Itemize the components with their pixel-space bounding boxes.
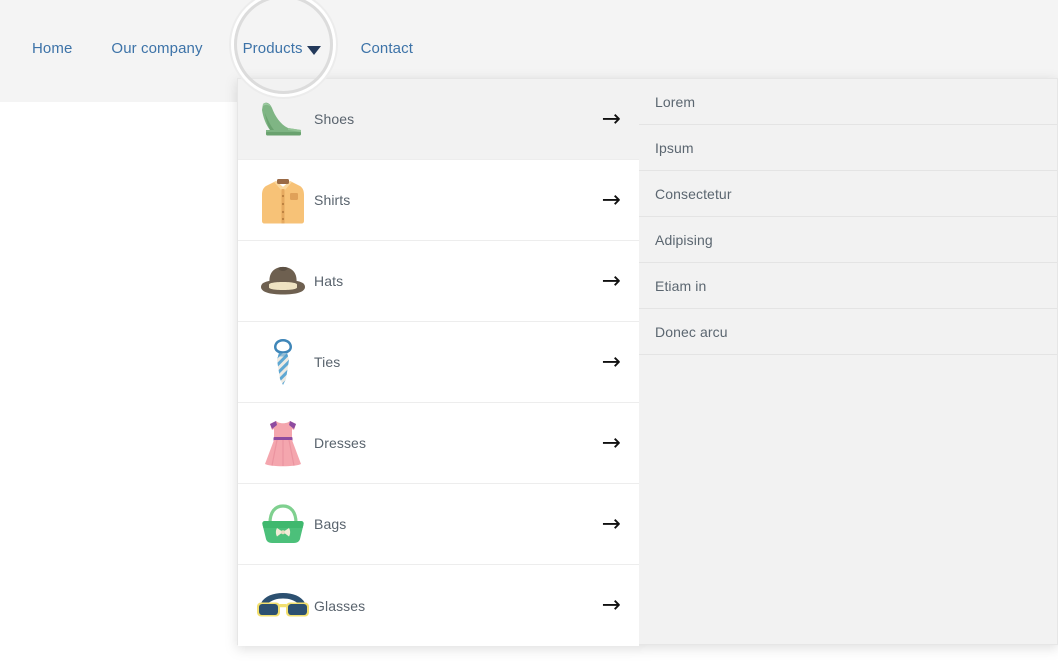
menu-item-glasses[interactable]: Glasses → [238, 565, 639, 646]
arrow-right-icon: → [601, 510, 621, 537]
necktie-icon [254, 333, 312, 391]
nav-item-contact[interactable]: Contact [361, 38, 413, 60]
submenu-item[interactable]: Consectetur [639, 171, 1057, 217]
nav-item-products-label: Products [242, 40, 303, 57]
shirt-icon [254, 171, 312, 229]
sunglasses-icon [254, 577, 312, 635]
menu-item-label: Dresses [314, 435, 367, 451]
menu-item-ties[interactable]: Ties → [238, 322, 639, 403]
menu-item-label: Shirts [314, 192, 351, 208]
menu-item-shirts[interactable]: Shirts → [238, 160, 639, 241]
menu-item-bags[interactable]: Bags → [238, 484, 639, 565]
menu-item-dresses[interactable]: Dresses → [238, 403, 639, 484]
arrow-right-icon: → [601, 592, 621, 618]
submenu-item[interactable]: Adipising [639, 217, 1057, 263]
nav-item-products[interactable]: Products [243, 38, 321, 60]
menu-item-hats[interactable]: Hats → [238, 241, 639, 322]
handbag-icon [254, 495, 312, 553]
submenu-item[interactable]: Ipsum [639, 125, 1057, 171]
arrow-right-icon: → [601, 186, 621, 213]
arrow-right-icon: → [601, 267, 621, 294]
nav-item-home[interactable]: Home [32, 38, 72, 60]
submenu-list: Lorem Ipsum Consectetur Adipising Etiam … [639, 78, 1058, 645]
submenu-item[interactable]: Donec arcu [639, 309, 1057, 355]
arrow-right-icon: → [601, 348, 621, 375]
submenu-item[interactable]: Lorem [639, 79, 1057, 125]
chevron-down-icon [306, 45, 321, 55]
arrow-right-icon: → [601, 429, 621, 456]
menu-item-label: Hats [314, 273, 344, 289]
fedora-hat-icon [254, 252, 312, 310]
dress-icon [254, 414, 312, 472]
menu-item-label: Glasses [314, 597, 366, 614]
menu-item-shoes[interactable]: Shoes → [238, 79, 639, 160]
submenu-item[interactable]: Etiam in [639, 263, 1057, 309]
products-mega-menu: Shoes → Shirts → Hats → Ties → Dresses →… [237, 78, 1058, 646]
menu-item-label: Ties [314, 354, 341, 370]
menu-item-label: Shoes [314, 111, 355, 127]
page-root: Home Our company Products Contact Shoes … [0, 0, 1058, 661]
nav-item-our-company[interactable]: Our company [111, 38, 202, 60]
arrow-right-icon: → [601, 105, 621, 132]
menu-item-label: Bags [314, 516, 347, 532]
high-heel-shoe-icon [254, 90, 312, 148]
category-list: Shoes → Shirts → Hats → Ties → Dresses →… [237, 78, 639, 646]
